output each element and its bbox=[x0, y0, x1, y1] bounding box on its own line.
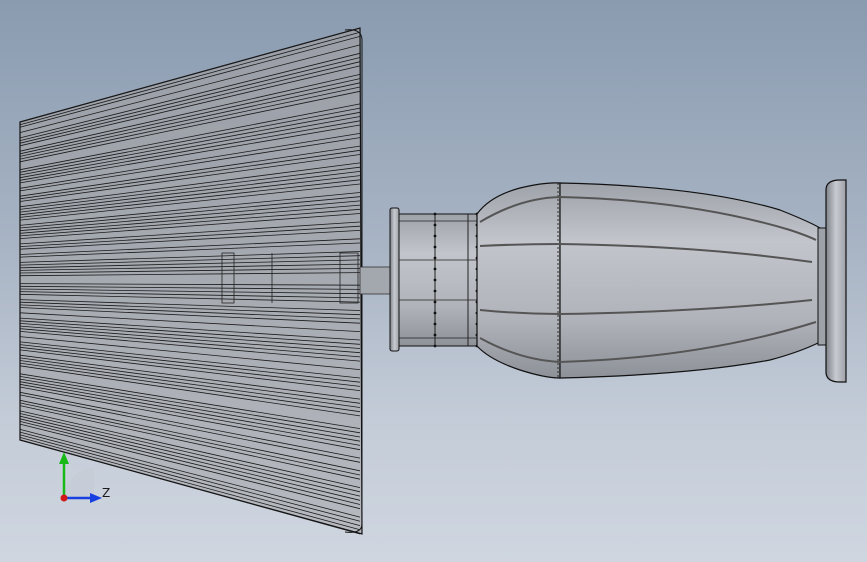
hub-bolt bbox=[433, 300, 437, 304]
end-flange[interactable] bbox=[817, 179, 847, 383]
hub-bolt bbox=[433, 333, 437, 337]
hub-bolt bbox=[433, 245, 437, 249]
model-scene[interactable] bbox=[0, 0, 867, 562]
hub-bolt bbox=[433, 212, 437, 216]
hub-bolt bbox=[433, 223, 437, 227]
hub-bolt bbox=[433, 289, 437, 293]
graphics-viewport[interactable]: Z bbox=[0, 0, 867, 562]
hub-bolt bbox=[433, 278, 437, 282]
hub-bolt bbox=[433, 322, 437, 326]
x-axis bbox=[60, 494, 68, 502]
hub-bolt bbox=[433, 267, 437, 271]
hub-bolt bbox=[433, 344, 437, 348]
hub-bolt bbox=[433, 311, 437, 315]
hub-bolt bbox=[433, 256, 437, 260]
hub-bolt bbox=[433, 234, 437, 238]
shaft[interactable] bbox=[359, 266, 393, 295]
hub[interactable] bbox=[389, 207, 479, 352]
z-axis-label: Z bbox=[102, 486, 111, 500]
bulb-body[interactable] bbox=[476, 182, 821, 379]
